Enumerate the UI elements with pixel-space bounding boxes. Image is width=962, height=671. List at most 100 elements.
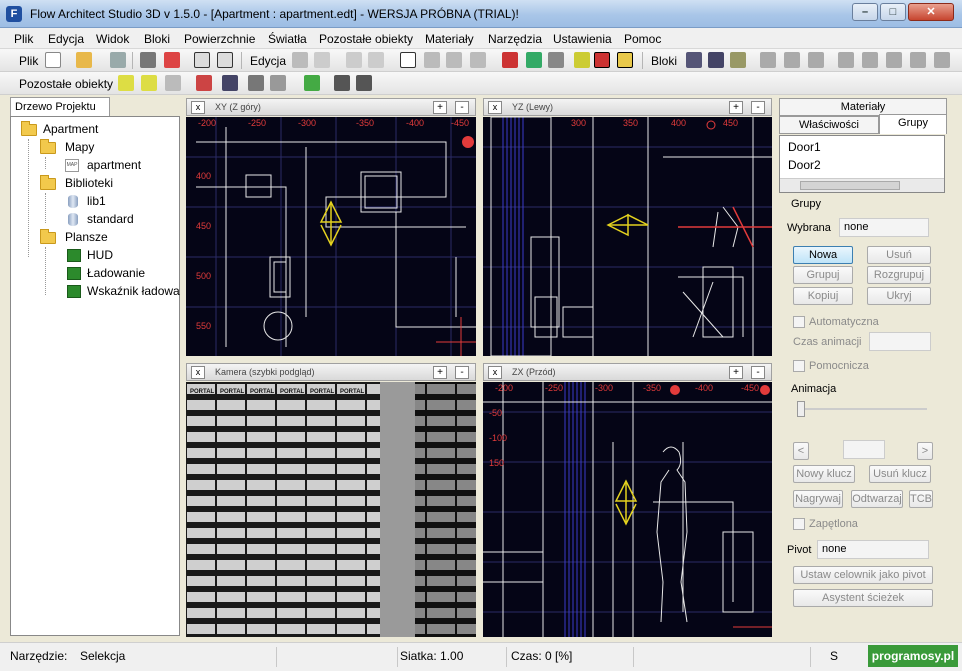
shape-cube-icon[interactable] — [760, 52, 776, 68]
viewport-canvas[interactable]: -200 -250 -300 -350 -400 -450 400 450 50… — [186, 117, 476, 356]
animation-slider-track[interactable] — [797, 408, 927, 410]
viewport-canvas[interactable]: -200 -250 -300 -350 -400 -450 -50 -100 1… — [483, 382, 772, 637]
undo-icon[interactable] — [346, 52, 362, 68]
zoom-in-button[interactable]: + — [433, 366, 447, 379]
zoom-out-button[interactable]: - — [751, 366, 765, 379]
block-icon[interactable] — [686, 52, 702, 68]
trigger-icon[interactable] — [270, 75, 286, 91]
helper-checkbox[interactable] — [793, 360, 805, 372]
block-add-icon[interactable] — [708, 52, 724, 68]
zoom-out-button[interactable]: - — [455, 101, 469, 114]
menu-materialy[interactable]: Materiały — [425, 32, 474, 46]
grid-toggle-icon[interactable] — [617, 52, 633, 68]
particles-icon[interactable] — [196, 75, 212, 91]
scrollbar-thumb[interactable] — [800, 181, 900, 190]
paint-mode-icon[interactable] — [217, 52, 233, 68]
menu-bloki[interactable]: Bloki — [144, 32, 170, 46]
zoom-out-button[interactable]: - — [455, 366, 469, 379]
new-key-button[interactable]: Nowy klucz — [793, 465, 855, 483]
menu-pomoc[interactable]: Pomoc — [624, 32, 661, 46]
new-file-icon[interactable] — [45, 52, 61, 68]
new-group-button[interactable]: Nowa — [793, 246, 853, 264]
minimize-button[interactable]: – — [852, 3, 878, 21]
camera-preview[interactable]: PORTAL PORTAL PORTAL PORTAL PORTAL PORTA… — [186, 382, 476, 637]
delete-icon[interactable] — [292, 52, 308, 68]
viewport-canvas[interactable]: 300 350 400 450 — [483, 117, 772, 356]
menu-ustawienia[interactable]: Ustawienia — [553, 32, 612, 46]
player-start-icon[interactable] — [356, 75, 372, 91]
tree-item-standard[interactable]: standard — [87, 212, 134, 226]
ruler-icon[interactable] — [574, 52, 590, 68]
viewport-close-button[interactable]: x — [488, 366, 502, 379]
tcb-button[interactable]: TCB — [909, 490, 933, 508]
sound-icon[interactable] — [222, 75, 238, 91]
group-button[interactable]: Grupuj — [793, 266, 853, 284]
open-folder-icon[interactable] — [76, 52, 92, 68]
snap-icon[interactable] — [548, 52, 564, 68]
rotate-icon[interactable] — [446, 52, 462, 68]
grid-on-icon[interactable] — [594, 52, 610, 68]
shape-cone-icon[interactable] — [838, 52, 854, 68]
viewport-close-button[interactable]: x — [488, 101, 502, 114]
list-item-door1[interactable]: Door1 — [788, 140, 821, 154]
tree-item-maps[interactable]: Mapy — [65, 140, 94, 154]
menu-pozostale-obiekty[interactable]: Pozostałe obiekty — [319, 32, 413, 46]
zoom-in-button[interactable]: + — [729, 101, 743, 114]
move-icon[interactable] — [424, 52, 440, 68]
shape-stairs-icon[interactable] — [886, 52, 902, 68]
tab-groups[interactable]: Grupy — [879, 114, 947, 134]
tree-item-loading[interactable]: Ładowanie — [87, 266, 145, 280]
next-key-button[interactable]: > — [917, 442, 933, 460]
spot-light-icon[interactable] — [141, 75, 157, 91]
target-icon[interactable] — [304, 75, 320, 91]
play-button[interactable]: Odtwarzaj — [851, 490, 903, 508]
align-icon[interactable] — [526, 52, 542, 68]
zoom-in-button[interactable]: + — [729, 366, 743, 379]
tree-item-libraries[interactable]: Biblioteki — [65, 176, 113, 190]
menu-narzedzia[interactable]: Narzędzia — [488, 32, 542, 46]
delete-key-button[interactable]: Usuń klucz — [869, 465, 931, 483]
tab-properties[interactable]: Właściwości — [779, 116, 879, 134]
list-item-door2[interactable]: Door2 — [788, 158, 821, 172]
vertex-icon[interactable] — [502, 52, 518, 68]
shape-torus-icon[interactable] — [934, 52, 950, 68]
viewport-close-button[interactable]: x — [191, 366, 205, 379]
tree-item-apartment[interactable]: Apartment — [43, 122, 98, 136]
block-edit-icon[interactable] — [730, 52, 746, 68]
shape-cylinder-icon[interactable] — [808, 52, 824, 68]
camera-icon[interactable] — [165, 75, 181, 91]
close-button[interactable]: ✕ — [908, 3, 954, 21]
menu-plik[interactable]: Plik — [14, 32, 33, 46]
tree-item-map-apartment[interactable]: apartment — [87, 158, 141, 172]
shape-arch-icon[interactable] — [910, 52, 926, 68]
shape-plane-icon[interactable] — [862, 52, 878, 68]
redo-icon[interactable] — [368, 52, 384, 68]
path-assistant-button[interactable]: Asystent ścieżek — [793, 589, 933, 607]
scale-icon[interactable] — [470, 52, 486, 68]
maximize-button[interactable]: □ — [880, 3, 906, 21]
loop-checkbox[interactable] — [793, 518, 805, 530]
zoom-out-button[interactable]: - — [751, 101, 765, 114]
tree-item-hud[interactable]: HUD — [87, 248, 113, 262]
checker-icon[interactable] — [248, 75, 264, 91]
hide-button[interactable]: Ukryj — [867, 287, 931, 305]
save-icon[interactable] — [110, 52, 126, 68]
tree-item-boards[interactable]: Plansze — [65, 230, 108, 244]
menu-edycja[interactable]: Edycja — [48, 32, 84, 46]
record-button[interactable]: Nagrywaj — [793, 490, 843, 508]
anim-time-spinner[interactable] — [869, 332, 931, 351]
path-icon[interactable] — [334, 75, 350, 91]
menu-widok[interactable]: Widok — [96, 32, 129, 46]
light-icon[interactable] — [118, 75, 134, 91]
select-arrow-icon[interactable] — [400, 52, 416, 68]
copy-button[interactable]: Kopiuj — [793, 287, 853, 305]
prev-key-button[interactable]: < — [793, 442, 809, 460]
auto-checkbox[interactable] — [793, 316, 805, 328]
menu-swiatla[interactable]: Światła — [268, 32, 307, 46]
edit-mode-icon[interactable] — [194, 52, 210, 68]
horizontal-scrollbar[interactable] — [780, 178, 944, 192]
ungroup-button[interactable]: Rozgrupuj — [867, 266, 931, 284]
delete-group-button[interactable]: Usuń — [867, 246, 931, 264]
zoom-in-button[interactable]: + — [433, 101, 447, 114]
shape-sphere-icon[interactable] — [784, 52, 800, 68]
